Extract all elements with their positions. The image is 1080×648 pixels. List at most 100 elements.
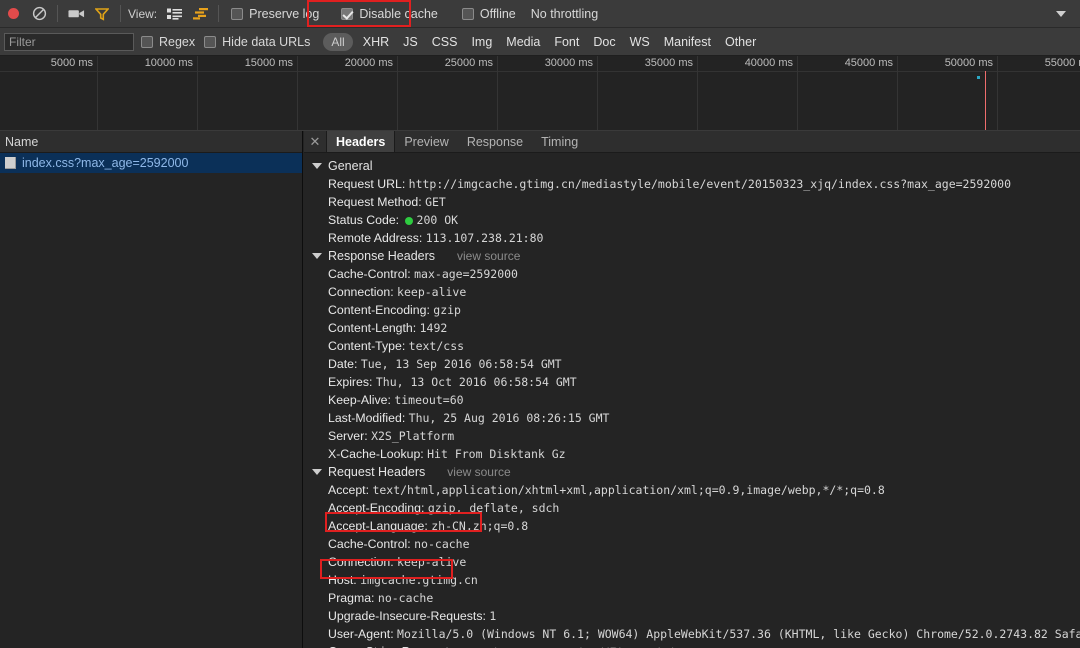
filter-type-img[interactable]: Img [464,33,499,51]
timeline-tick-label: 25000 ms [444,57,493,69]
header-row: Last-Modified: Thu, 25 Aug 2016 08:26:15… [304,409,1080,427]
regex-checkbox[interactable] [141,35,153,48]
header-row: Accept: text/html,application/xhtml+xml,… [304,481,1080,499]
header-name: Cache-Control: [328,537,415,551]
capture-screenshots-button[interactable] [63,1,89,27]
filter-type-media[interactable]: Media [499,33,547,51]
header-value: X2S_Platform [371,429,455,443]
section-header[interactable]: Query String Parametersview sourceview U… [304,643,1080,648]
header-name: Accept: [328,483,373,497]
timeline-gridline [97,56,98,130]
header-row: Accept-Language: zh-CN,zh;q=0.8 [304,517,1080,535]
triangle-down-icon [312,469,322,475]
timeline-gridline [397,56,398,130]
header-value: Tue, 13 Sep 2016 06:58:54 GMT [360,357,562,371]
disable-cache-toggle[interactable]: Disable cache [334,1,445,27]
header-value: Hit From Disktank Gz [427,447,566,461]
header-name: Cache-Control: [328,267,415,281]
header-row: Status Code: 200 OK [304,211,1080,229]
header-row: Content-Encoding: gzip [304,301,1080,319]
header-name: Content-Encoding: [328,303,434,317]
view-source-link[interactable]: view source [447,465,510,479]
section-header[interactable]: Request Headers view source [304,463,1080,481]
regex-label: Regex [159,34,196,49]
header-value: GET [425,195,446,209]
filter-type-xhr[interactable]: XHR [356,33,396,51]
header-row: Connection: keep-alive [304,553,1080,571]
record-button[interactable] [0,1,26,27]
disable-cache-label: Disable cache [359,6,438,21]
preserve-log-toggle[interactable]: Preserve log [224,1,326,27]
timeline-tick-label: 15000 ms [244,57,293,69]
regex-toggle[interactable]: Regex [134,29,202,55]
camera-icon [67,10,84,18]
offline-checkbox[interactable] [461,7,474,20]
tab-response[interactable]: Response [458,131,532,152]
header-name: Pragma: [328,591,378,605]
header-name: Last-Modified: [328,411,409,425]
hide-data-urls-checkbox[interactable] [204,35,217,48]
header-name: Accept-Language: [328,519,432,533]
preserve-log-checkbox[interactable] [231,7,244,20]
table-row[interactable]: index.css?max_age=2592000 [0,153,302,173]
header-row: Host: imgcache.gtimg.cn [304,571,1080,589]
view-list-button[interactable] [161,1,187,27]
disable-cache-checkbox[interactable] [341,7,354,20]
request-details-pane: ✕ Headers Preview Response Timing Genera… [304,131,1080,648]
header-row: Keep-Alive: timeout=60 [304,391,1080,409]
header-row: Accept-Encoding: gzip, deflate, sdch [304,499,1080,517]
header-value: no-cache [414,537,470,551]
filter-type-doc[interactable]: Doc [586,33,622,51]
offline-toggle[interactable]: Offline [455,1,523,27]
tab-preview[interactable]: Preview [395,131,457,152]
header-value: keep-alive [397,555,467,569]
network-overview-timeline[interactable]: 5000 ms 10000 ms 15000 ms 20000 ms 25000 ms 3… [0,56,1080,131]
record-dot-icon [7,8,19,19]
filter-type-css[interactable]: CSS [425,33,465,51]
funnel-icon [95,7,109,21]
filter-type-manifest[interactable]: Manifest [657,33,718,51]
timeline-tick-label: 5000 ms [50,57,93,69]
throttling-select[interactable]: No throttling [523,7,598,21]
timeline-tick-label: 50000 ms [944,57,993,69]
view-source-link[interactable]: view source [457,249,520,263]
timeline-tick-label: 40000 ms [744,57,793,69]
chevron-down-icon[interactable] [1056,10,1066,17]
timeline-tick-label: 45000 ms [844,57,893,69]
section-title: Request Headers [328,465,426,479]
section-header[interactable]: Response Headers view source [304,247,1080,265]
header-value: zh-CN,zh;q=0.8 [431,519,529,533]
timeline-tick-label: 10000 ms [144,57,193,69]
header-name: Upgrade-Insecure-Requests: [328,609,490,623]
section-header[interactable]: General [304,157,1080,175]
filter-type-font[interactable]: Font [547,33,586,51]
tab-timing[interactable]: Timing [532,131,587,152]
header-name: Content-Length: [328,321,420,335]
header-row: Date: Tue, 13 Sep 2016 06:58:54 GMT [304,355,1080,373]
header-name: Remote Address: [328,231,426,245]
column-header-name[interactable]: Name [0,131,302,153]
header-row: Request Method: GET [304,193,1080,211]
list-view-icon [166,8,182,20]
filter-type-ws[interactable]: WS [623,33,657,51]
header-row: Remote Address: 113.107.238.21:80 [304,229,1080,247]
triangle-down-icon [312,253,322,259]
view-waterfall-button[interactable] [187,1,213,27]
header-value: text/html,application/xhtml+xml,applicat… [372,483,885,497]
header-value: gzip, deflate, sdch [427,501,560,515]
filter-type-all[interactable]: All [323,32,353,51]
tab-headers[interactable]: Headers [326,131,396,152]
timeline-gridline [997,56,998,130]
close-icon[interactable]: ✕ [304,131,326,152]
domcontentloaded-marker [977,76,980,79]
filter-toggle-button[interactable] [89,1,115,27]
clear-button[interactable] [26,1,52,27]
triangle-down-icon [312,163,322,169]
header-name: Keep-Alive: [328,393,395,407]
filter-type-js[interactable]: JS [396,33,425,51]
filter-type-other[interactable]: Other [718,33,763,51]
search-input[interactable] [4,32,134,51]
stylesheet-file-icon [5,157,16,169]
header-value: max-age=2592000 [414,267,518,281]
hide-data-urls-toggle[interactable]: Hide data URLs [202,29,317,55]
